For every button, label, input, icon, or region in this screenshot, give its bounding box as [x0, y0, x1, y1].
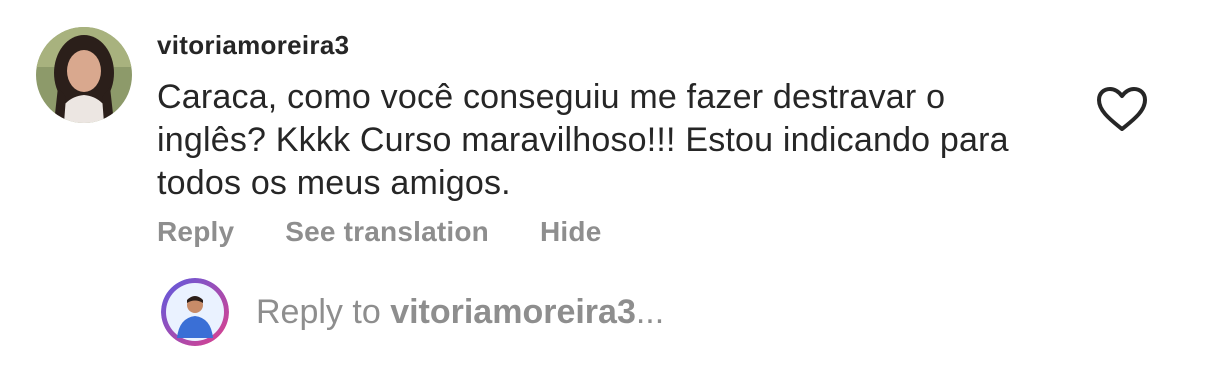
reply-composer-input[interactable]: Reply to vitoriamoreira3...	[256, 293, 664, 332]
reply-ellipsis: ...	[635, 293, 665, 331]
reply-target-username: vitoriamoreira3	[390, 293, 636, 331]
comment-text: Caraca, como você conseguiu me fazer des…	[157, 78, 1009, 202]
reply-prefix: Reply to	[256, 293, 391, 331]
commenter-avatar[interactable]	[36, 27, 132, 123]
comment-username[interactable]: vitoriamoreira3	[157, 30, 349, 61]
current-user-avatar	[161, 278, 229, 346]
hide-button[interactable]: Hide	[540, 216, 601, 248]
see-translation-button[interactable]: See translation	[285, 216, 489, 248]
heart-outline-icon[interactable]	[1096, 86, 1148, 132]
reply-button[interactable]: Reply	[157, 216, 234, 248]
comment-actions: Reply See translation Hide	[157, 216, 652, 248]
